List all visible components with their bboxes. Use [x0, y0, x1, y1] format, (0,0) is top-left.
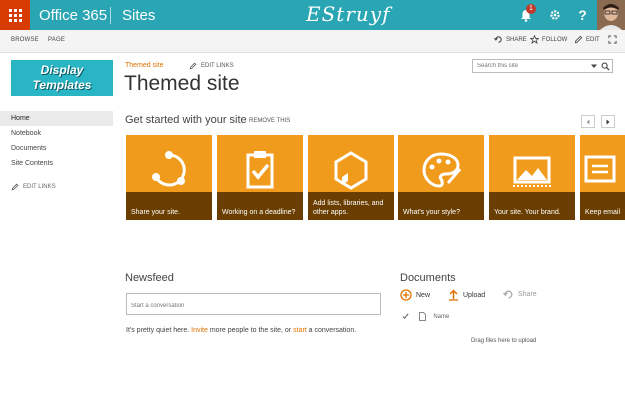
- hexagon-apps-icon: [334, 151, 368, 190]
- start-link[interactable]: start: [293, 327, 307, 334]
- ribbon: BROWSE PAGE SHARE FOLLOW EDIT: [0, 30, 625, 53]
- share-icon: [494, 36, 502, 43]
- person-photo-icon: [597, 0, 625, 30]
- pencil-icon: [11, 183, 19, 191]
- upload-label: Upload: [463, 291, 486, 299]
- breadcrumb[interactable]: Themed site: [125, 62, 164, 69]
- tile-add-apps[interactable]: Add lists, libraries, and other apps.: [308, 135, 394, 220]
- quick-launch-item-site-contents[interactable]: Site Contents: [0, 156, 113, 171]
- site-logo-line-2: Templates: [32, 78, 92, 92]
- site-logo-line-1: Display: [40, 63, 84, 77]
- estruyf-logo: EStruyf: [306, 2, 391, 26]
- previous-button[interactable]: [581, 115, 595, 128]
- tile-keep-email[interactable]: Keep email: [580, 135, 625, 220]
- star-icon: [530, 35, 539, 44]
- conversation-box: [126, 293, 381, 321]
- mail-icon: [584, 155, 616, 183]
- site-logo[interactable]: Display Templates: [11, 60, 113, 96]
- fullscreen-icon: [608, 35, 617, 44]
- share-icon: [503, 290, 513, 299]
- tile-caption: Share your site.: [131, 209, 181, 216]
- next-button[interactable]: [601, 115, 615, 128]
- get-started-heading: Get started with your site: [125, 114, 247, 126]
- tile-caption: Working on a deadline?: [222, 209, 296, 216]
- suite-bar: Office 365 Sites EStruyf 1 ?: [0, 0, 625, 30]
- chevron-down-icon[interactable]: [591, 63, 597, 69]
- search-input[interactable]: [473, 60, 583, 72]
- edit-links-label: EDIT LINKS: [201, 63, 234, 69]
- edit-label: EDIT: [586, 36, 600, 43]
- new-document-button[interactable]: New: [400, 289, 430, 301]
- help-button[interactable]: ?: [568, 0, 597, 30]
- user-avatar[interactable]: [597, 0, 625, 30]
- column-name-header[interactable]: Name: [433, 314, 449, 320]
- follow-button[interactable]: FOLLOW: [530, 35, 567, 44]
- conversation-input[interactable]: [127, 300, 380, 321]
- tile-share-site[interactable]: Share your site.: [126, 135, 212, 220]
- notification-badge: 1: [526, 4, 536, 14]
- clipboard-check-icon: [246, 151, 274, 189]
- search-box: [472, 59, 613, 73]
- image-brand-icon: [513, 156, 551, 187]
- quick-launch-item-home[interactable]: Home: [0, 111, 113, 126]
- quiet-text-1: It's pretty quiet here.: [126, 327, 192, 334]
- suite-divider: [110, 7, 111, 24]
- tile-your-brand[interactable]: Your site. Your brand.: [489, 135, 575, 220]
- waffle-icon: [8, 8, 22, 22]
- tile-caption: Your site. Your brand.: [494, 209, 561, 216]
- remove-this-link[interactable]: REMOVE THIS: [249, 118, 290, 124]
- search-icon[interactable]: [601, 62, 610, 71]
- tile-working-deadline[interactable]: Working on a deadline?: [217, 135, 303, 220]
- gear-icon: [549, 10, 560, 20]
- quick-launch-item-notebook[interactable]: Notebook: [0, 126, 113, 141]
- newsfeed-empty-message: It's pretty quiet here. Invite more peop…: [126, 327, 356, 334]
- share-icon: [152, 151, 186, 187]
- chevron-left-icon: [586, 119, 590, 124]
- upload-button[interactable]: Upload: [448, 289, 485, 301]
- tile-caption: What's your style?: [403, 209, 460, 216]
- quiet-text-2: more people to the site, or: [207, 327, 294, 334]
- sites-link[interactable]: Sites: [122, 7, 155, 24]
- plus-circle-icon: [400, 289, 412, 301]
- document-icon: [418, 312, 426, 321]
- tile-caption: Keep email: [585, 209, 621, 216]
- upload-icon: [449, 289, 458, 301]
- edit-links-label: EDIT LINKS: [23, 184, 56, 190]
- top-nav-edit-links[interactable]: EDIT LINKS: [189, 62, 234, 70]
- palette-icon: [422, 152, 462, 188]
- quick-launch-edit-links[interactable]: EDIT LINKS: [11, 183, 56, 191]
- drag-files-hint: Drag files here to upload: [471, 338, 537, 344]
- page-title: Themed site: [124, 72, 240, 95]
- app-launcher-button[interactable]: [0, 0, 30, 30]
- tile-caption: Add lists, libraries, and other apps.: [313, 200, 384, 216]
- share-button[interactable]: SHARE: [494, 35, 527, 44]
- share-document-button[interactable]: Share: [503, 289, 537, 300]
- newsfeed-heading: Newsfeed: [125, 272, 174, 284]
- share-label: SHARE: [506, 36, 527, 43]
- tab-page[interactable]: PAGE: [48, 37, 65, 43]
- notifications-button[interactable]: 1: [511, 0, 540, 30]
- pencil-icon: [574, 35, 583, 44]
- new-label: New: [416, 291, 431, 299]
- tile-whats-your-style[interactable]: What's your style?: [398, 135, 484, 220]
- invite-link[interactable]: Invite: [191, 327, 208, 334]
- follow-label: FOLLOW: [542, 36, 568, 43]
- chevron-right-icon: [606, 119, 610, 124]
- share-label: Share: [518, 291, 537, 298]
- documents-heading: Documents: [400, 272, 456, 284]
- document-list-header: Name: [402, 312, 449, 321]
- checkmark-icon[interactable]: [402, 313, 409, 320]
- quick-launch-item-documents[interactable]: Documents: [0, 141, 113, 156]
- focus-content-button[interactable]: [608, 35, 617, 44]
- settings-button[interactable]: [540, 0, 569, 30]
- office-365-brand[interactable]: Office 365: [39, 7, 107, 24]
- quiet-text-3: a conversation.: [306, 327, 357, 334]
- tab-browse[interactable]: BROWSE: [11, 37, 39, 43]
- pencil-icon: [189, 62, 197, 70]
- edit-button[interactable]: EDIT: [574, 35, 600, 44]
